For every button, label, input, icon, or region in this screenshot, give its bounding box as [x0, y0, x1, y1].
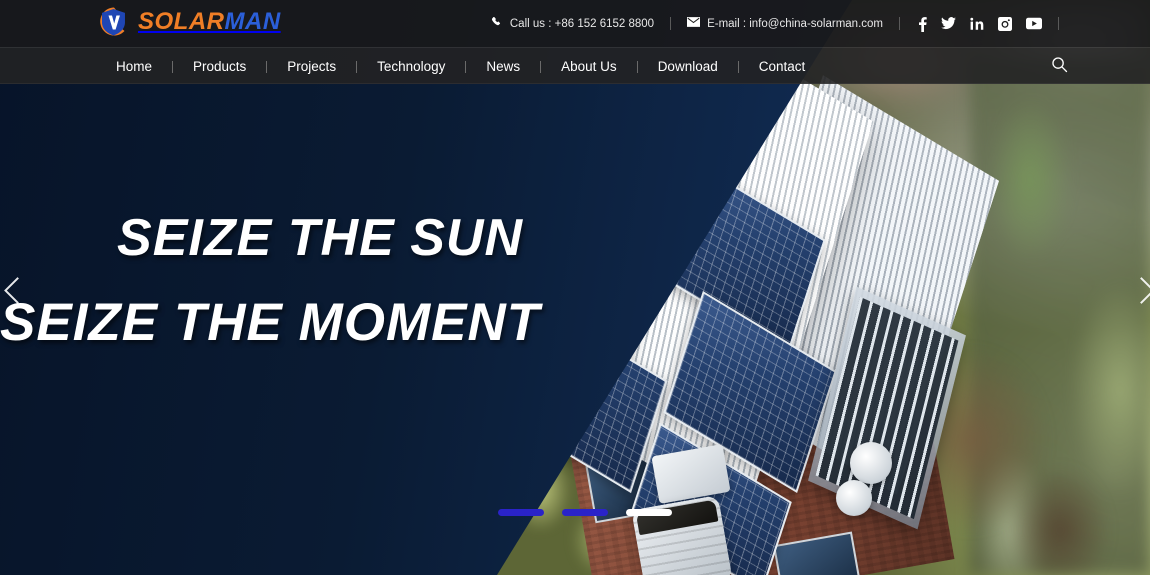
- nav-item-technology[interactable]: Technology: [357, 48, 465, 85]
- carousel-indicators: [498, 509, 672, 516]
- envelope-icon: [687, 17, 701, 30]
- divider: [1058, 17, 1059, 30]
- hero-headline-line-2: SEIZE THE MOMENT: [0, 293, 541, 352]
- carousel-prev-button[interactable]: [2, 276, 30, 306]
- satellite-dish: [850, 442, 892, 484]
- instagram-icon[interactable]: [998, 16, 1012, 31]
- water-tank: [631, 495, 733, 575]
- satellite-dish: [836, 480, 872, 516]
- carousel-dot-2[interactable]: [562, 509, 608, 516]
- carousel-next-button[interactable]: [1126, 276, 1150, 306]
- search-icon: [1051, 56, 1068, 78]
- nav-item-download[interactable]: Download: [638, 48, 738, 85]
- linkedin-icon[interactable]: [970, 17, 984, 30]
- nav-item-about-us[interactable]: About Us: [541, 48, 637, 85]
- phone-label: Call us : +86 152 6152 8800: [509, 17, 655, 30]
- phone-contact[interactable]: Call us : +86 152 6152 8800: [491, 16, 654, 31]
- divider: [899, 17, 900, 30]
- youtube-icon[interactable]: [1026, 17, 1042, 30]
- solarman-logo-icon: [97, 5, 131, 39]
- carousel-dot-3[interactable]: [626, 509, 672, 516]
- social-links: [918, 16, 1042, 32]
- divider: [670, 17, 672, 30]
- logo-word-man: MAN: [224, 8, 281, 35]
- contact-info-group: Call us : +86 152 6152 8800 E-mail : inf…: [491, 0, 1075, 47]
- nav-item-projects[interactable]: Projects: [267, 48, 356, 85]
- nav-item-contact[interactable]: Contact: [739, 48, 826, 85]
- email-contact[interactable]: E-mail : info@china-solarman.com: [687, 17, 883, 30]
- search-button[interactable]: [1051, 48, 1068, 85]
- site-logo[interactable]: SOLARMAN: [97, 5, 281, 39]
- page-root: SEIZE THE SUN SEIZE THE MOMENT SOLARMAN: [0, 0, 1150, 575]
- facebook-icon[interactable]: [918, 16, 927, 32]
- carousel-dot-1[interactable]: [498, 509, 544, 516]
- phone-icon: [491, 16, 503, 31]
- logo-wordmark: SOLARMAN: [138, 8, 281, 36]
- main-navigation-bar: Home Products Projects Technology News A…: [0, 47, 1150, 84]
- nav-item-news[interactable]: News: [466, 48, 540, 85]
- top-utility-bar: SOLARMAN Call us : +86 152 6152 8800 E-m…: [0, 0, 1150, 47]
- email-label: E-mail : info@china-solarman.com: [707, 17, 883, 30]
- hero-headline-line-1: SEIZE THE SUN: [117, 209, 523, 267]
- hero-headline: SEIZE THE SUN SEIZE THE MOMENT: [0, 212, 545, 349]
- nav-item-home[interactable]: Home: [96, 48, 172, 85]
- nav-links: Home Products Projects Technology News A…: [96, 48, 825, 85]
- logo-word-solar: SOLAR: [138, 8, 225, 35]
- nav-item-products[interactable]: Products: [173, 48, 266, 85]
- twitter-icon[interactable]: [941, 17, 956, 30]
- hero-carousel: SEIZE THE SUN SEIZE THE MOMENT: [0, 0, 1150, 575]
